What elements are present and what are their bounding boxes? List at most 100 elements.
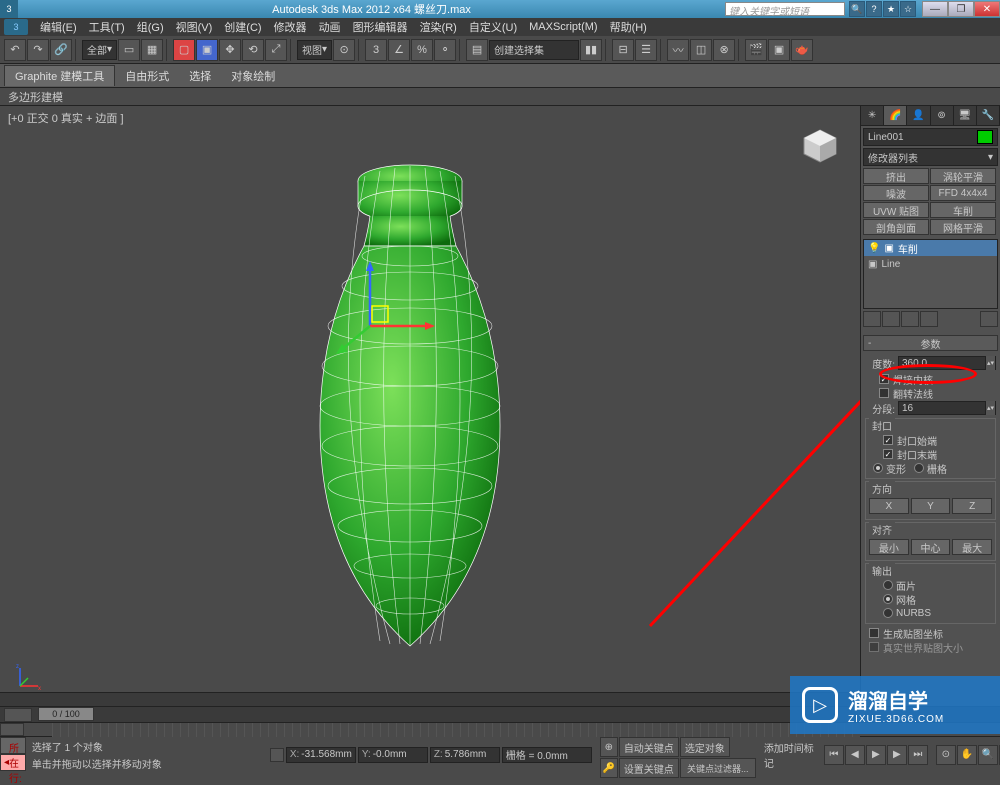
material-editor-icon[interactable]: ⊗: [713, 39, 735, 61]
menu-create[interactable]: 创建(C): [218, 19, 267, 35]
prev-frame-icon[interactable]: ◀: [845, 745, 865, 765]
schematic-icon[interactable]: ◫: [690, 39, 712, 61]
menu-rendering[interactable]: 渲染(R): [414, 19, 463, 35]
degrees-spinner[interactable]: 360.0▴▾: [898, 356, 996, 370]
display-tab-icon[interactable]: 🖥: [954, 106, 977, 125]
ribbon-tab-graphite[interactable]: Graphite 建模工具: [4, 65, 115, 86]
play-icon[interactable]: ▶: [866, 745, 886, 765]
mod-btn-meshsmooth[interactable]: 网格平滑: [930, 219, 996, 235]
vase-object[interactable]: [280, 146, 540, 666]
hierarchy-tab-icon[interactable]: 👤: [907, 106, 930, 125]
pivot-icon[interactable]: ⊙: [333, 39, 355, 61]
pan-icon[interactable]: ✋: [957, 745, 977, 765]
move-icon[interactable]: ✥: [219, 39, 241, 61]
zoom-icon[interactable]: 🔍: [978, 745, 998, 765]
set-key-button[interactable]: 设置关键点: [619, 758, 679, 778]
ribbon-tab-selection[interactable]: 选择: [179, 66, 221, 86]
now-line-button[interactable]: ◂ 所在行:: [0, 754, 26, 771]
stack-item-lathe[interactable]: 💡 ▣ 车削: [864, 240, 997, 256]
real-world-checkbox[interactable]: 真实世界贴图大小: [865, 640, 996, 654]
auto-key-button[interactable]: 自动关键点: [619, 737, 679, 757]
expand-icon[interactable]: ▣: [884, 243, 893, 254]
select-name-icon[interactable]: ▦: [141, 39, 163, 61]
curve-editor-icon[interactable]: 〰: [667, 39, 689, 61]
align-max-button[interactable]: 最大: [952, 539, 992, 555]
align-center-button[interactable]: 中心: [911, 539, 951, 555]
motion-tab-icon[interactable]: ⊚: [931, 106, 954, 125]
star-icon[interactable]: ★: [883, 1, 899, 17]
weld-core-checkbox[interactable]: 焊接内核: [865, 372, 996, 386]
direction-z-button[interactable]: Z: [952, 498, 992, 514]
flip-normals-checkbox[interactable]: 翻转法线: [865, 386, 996, 400]
rollout-parameters[interactable]: -参数: [863, 335, 998, 351]
morph-radio[interactable]: 变形: [873, 461, 906, 475]
create-tab-icon[interactable]: ✳: [861, 106, 884, 125]
menu-customize[interactable]: 自定义(U): [463, 19, 523, 35]
layer-icon[interactable]: ☰: [635, 39, 657, 61]
percent-snap-icon[interactable]: %: [411, 39, 433, 61]
cap-start-checkbox[interactable]: 封口始端: [869, 433, 992, 447]
time-slider-left-icon[interactable]: [4, 708, 32, 722]
expand-icon[interactable]: ▣: [868, 259, 877, 270]
direction-y-button[interactable]: Y: [911, 498, 951, 514]
spinner-snap-icon[interactable]: ⚬: [434, 39, 456, 61]
mod-btn-extrude[interactable]: 挤出: [863, 168, 929, 184]
coord-z-input[interactable]: Z:5.786mm: [430, 747, 500, 763]
restore-button[interactable]: ❐: [948, 1, 974, 17]
mod-btn-bevel[interactable]: 剖角剖面: [863, 219, 929, 235]
named-selection-icon[interactable]: ▤: [466, 39, 488, 61]
align-icon[interactable]: ⊟: [612, 39, 634, 61]
output-mesh-radio[interactable]: 网格: [869, 592, 992, 606]
mod-btn-noise[interactable]: 噪波: [863, 185, 929, 201]
mod-btn-ffd[interactable]: FFD 4x4x4: [930, 185, 996, 201]
favorite-icon[interactable]: ☆: [900, 1, 916, 17]
goto-end-icon[interactable]: ⏭: [908, 745, 928, 765]
object-color-swatch[interactable]: [977, 130, 993, 144]
select-icon[interactable]: ▭: [118, 39, 140, 61]
rotate-icon[interactable]: ⟲: [242, 39, 264, 61]
output-patch-radio[interactable]: 面片: [869, 578, 992, 592]
segments-spinner[interactable]: 16▴▾: [898, 401, 996, 415]
render-frame-icon[interactable]: ▣: [768, 39, 790, 61]
selection-filter-dropdown[interactable]: 全部 ▾: [82, 40, 117, 60]
menu-view[interactable]: 视图(V): [170, 19, 219, 35]
key-filters-button[interactable]: 关键点过滤器...: [680, 758, 756, 778]
next-frame-icon[interactable]: ▶: [887, 745, 907, 765]
mod-btn-lathe[interactable]: 车削: [930, 202, 996, 218]
render-icon[interactable]: 🫖: [791, 39, 813, 61]
help-search-input[interactable]: 键入关键字或短语: [725, 2, 845, 16]
menu-edit[interactable]: 编辑(E): [34, 19, 83, 35]
menu-maxscript[interactable]: MAXScript(M): [523, 21, 603, 33]
minimize-button[interactable]: —: [922, 1, 948, 17]
remove-modifier-icon[interactable]: [920, 311, 938, 327]
modifier-list-dropdown[interactable]: 修改器列表▾: [863, 148, 998, 166]
grid-radio[interactable]: 栅格: [914, 461, 947, 475]
named-selection-dropdown[interactable]: 创建选择集: [489, 40, 579, 60]
selected-dropdown[interactable]: 选定对象: [680, 737, 730, 757]
utilities-tab-icon[interactable]: 🔧: [977, 106, 1000, 125]
make-unique-icon[interactable]: [901, 311, 919, 327]
snap-icon[interactable]: 3: [365, 39, 387, 61]
gen-mapping-checkbox[interactable]: 生成贴图坐标: [865, 626, 996, 640]
isolate-icon[interactable]: ⊙: [936, 745, 956, 765]
lock-selection-icon[interactable]: [270, 748, 284, 762]
angle-snap-icon[interactable]: ∠: [388, 39, 410, 61]
align-min-button[interactable]: 最小: [869, 539, 909, 555]
viewcube[interactable]: [800, 126, 840, 166]
track-ruler[interactable]: [52, 723, 860, 737]
trackbar-toggle-icon[interactable]: [0, 723, 24, 736]
menu-group[interactable]: 组(G): [131, 19, 170, 35]
undo-icon[interactable]: ↶: [4, 39, 26, 61]
coord-y-input[interactable]: Y:-0.0mm: [358, 747, 428, 763]
time-config-icon[interactable]: ⊕: [600, 737, 618, 757]
menu-modifiers[interactable]: 修改器: [268, 19, 313, 35]
viewport-label[interactable]: [+0 正交 0 真实 + 边面 ]: [8, 110, 124, 126]
ribbon-tab-paint[interactable]: 对象绘制: [221, 66, 285, 86]
configure-sets-icon[interactable]: [980, 311, 998, 327]
window-crossing-icon[interactable]: ▣: [196, 39, 218, 61]
show-end-result-icon[interactable]: [882, 311, 900, 327]
mirror-icon[interactable]: ▮▮: [580, 39, 602, 61]
object-name-field[interactable]: Line001: [863, 128, 998, 146]
cap-end-checkbox[interactable]: 封口末端: [869, 447, 992, 461]
set-key-icon[interactable]: 🔑: [600, 758, 618, 778]
